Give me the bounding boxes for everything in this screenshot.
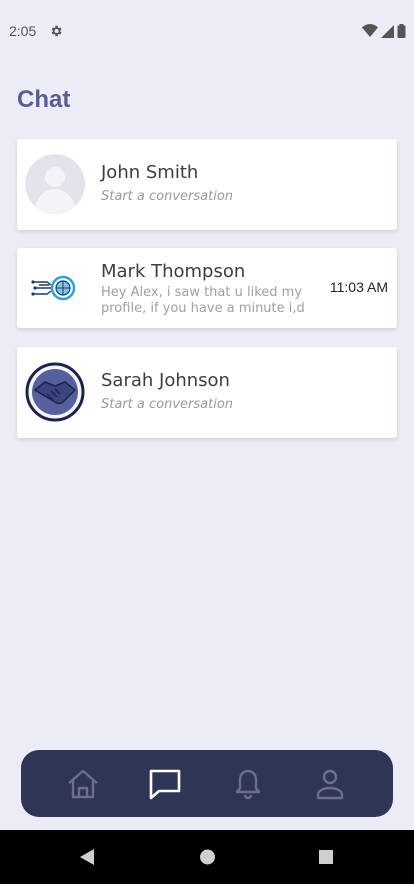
chat-preview: Start a conversation — [101, 189, 234, 204]
page-title: Chat — [17, 86, 71, 113]
default-avatar-icon — [25, 154, 85, 214]
nav-home-button[interactable] — [65, 766, 101, 802]
tech-globe-avatar-icon — [25, 258, 85, 318]
home-circle-icon[interactable] — [199, 848, 216, 866]
nav-profile-button[interactable] — [312, 766, 348, 802]
chat-item-mark-thompson[interactable]: Mark Thompson Hey Alex, i saw that u lik… — [17, 248, 397, 328]
chat-item-john-smith[interactable]: John Smith Start a conversation — [17, 139, 397, 230]
chat-name: John Smith — [101, 162, 199, 183]
settings-icon — [51, 25, 62, 37]
bell-icon — [235, 769, 261, 800]
status-bar: 2:05 — [0, 0, 414, 62]
wifi-icon — [362, 24, 378, 37]
recents-icon[interactable] — [318, 848, 334, 866]
battery-icon — [397, 24, 406, 38]
chat-preview: Start a conversation — [101, 397, 234, 412]
chat-icon — [149, 769, 181, 800]
system-nav-bar — [0, 830, 414, 884]
cellular-icon — [381, 24, 394, 38]
nav-chat-button[interactable] — [147, 766, 183, 802]
home-icon — [68, 769, 98, 799]
chat-time: 11:03 AM — [329, 279, 388, 295]
chat-item-sarah-johnson[interactable]: Sarah Johnson Start a conversation — [17, 347, 397, 438]
bottom-nav — [21, 750, 393, 817]
chat-preview: Hey Alex, i saw that u liked my profile,… — [101, 285, 305, 316]
nav-notifications-button[interactable] — [230, 766, 266, 802]
chat-list: John Smith Start a conversation Mark Tho… — [17, 139, 397, 456]
chat-name: Sarah Johnson — [101, 370, 230, 391]
status-icons — [362, 24, 406, 38]
handshake-avatar-icon — [25, 362, 85, 422]
status-time: 2:05 — [9, 23, 37, 39]
chat-name: Mark Thompson — [101, 261, 246, 282]
person-icon — [316, 769, 344, 800]
back-icon[interactable] — [79, 848, 95, 866]
